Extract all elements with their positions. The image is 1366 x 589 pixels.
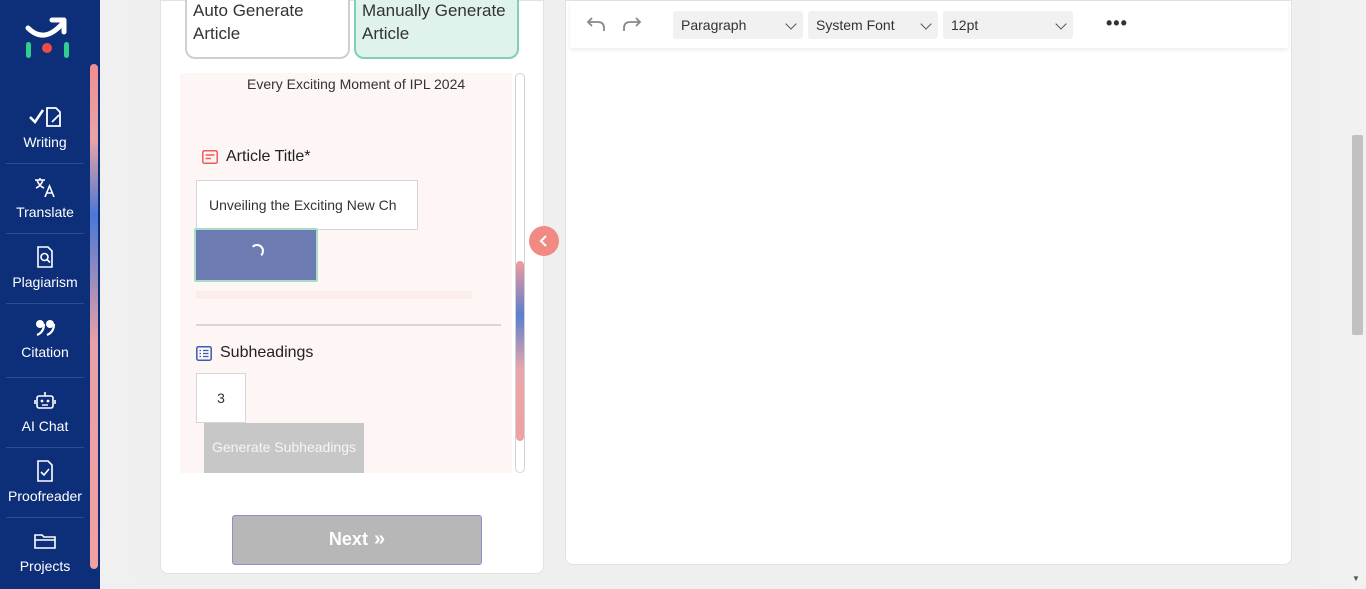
sidebar-item-writing[interactable]: Writing (6, 94, 84, 164)
chevron-down-icon (1055, 18, 1067, 30)
sidebar-scrollbar[interactable] (90, 64, 98, 569)
collapse-panel-button[interactable] (529, 226, 559, 256)
sidebar-item-plagiarism[interactable]: Plagiarism (6, 234, 84, 304)
title-icon (202, 150, 218, 164)
robot-icon (34, 392, 56, 409)
list-icon (196, 345, 212, 361)
article-title-value: Unveiling the Exciting New Ch (209, 197, 397, 213)
article-settings-card: Auto Generate Article Manually Generate … (160, 0, 544, 574)
font-size-value: 12pt (951, 17, 979, 33)
generate-title-button[interactable] (194, 228, 318, 282)
chevron-down-icon (785, 18, 797, 30)
chevron-left-icon (539, 235, 547, 247)
sidebar-item-label: Proofreader (8, 488, 82, 504)
redo-icon[interactable] (621, 13, 643, 35)
next-button[interactable]: Next» (232, 515, 482, 565)
sidebar-item-ai-chat[interactable]: AI Chat (6, 378, 84, 448)
sidebar-item-label: AI Chat (21, 418, 69, 434)
plagiarism-search-icon (37, 246, 53, 268)
sidebar-item-label: Projects (19, 558, 71, 574)
sidebar-item-proofreader[interactable]: Proofreader (6, 448, 84, 518)
quote-icon (36, 320, 56, 337)
editor-toolbar: Paragraph System Font 12pt ••• (570, 1, 1288, 48)
font-size-select[interactable]: 12pt (943, 11, 1073, 39)
sidebar-item-label: Plagiarism (12, 274, 78, 290)
sidebar-item-projects[interactable]: Projects (6, 518, 84, 588)
subheadings-label: Subheadings (196, 344, 313, 362)
topic-text: Every Exciting Moment of IPL 2024 (247, 76, 466, 92)
scroll-down-arrow-icon[interactable]: ▼ (1352, 574, 1360, 583)
sidebar-item-label: Translate (16, 204, 74, 220)
writing-check-icon (29, 107, 61, 127)
app-logo[interactable] (22, 14, 74, 62)
sidebar-item-label: Citation (21, 344, 69, 360)
article-form: Every Exciting Moment of IPL 2024 Articl… (180, 73, 512, 473)
translate-icon (35, 178, 55, 198)
more-options-icon[interactable]: ••• (1106, 13, 1128, 34)
article-title-label: Article Title* (202, 148, 310, 166)
generate-subheadings-button[interactable]: Generate Subheadings (204, 423, 364, 473)
manual-generate-article-button[interactable]: Manually Generate Article (354, 0, 519, 59)
sidebar: Writing Translate Plagiarism Citation AI… (0, 0, 100, 589)
text-editor[interactable]: Paragraph System Font 12pt ••• (565, 0, 1292, 565)
document-check-icon (37, 460, 53, 482)
subheadings-label-text: Subheadings (220, 344, 314, 361)
block-format-select[interactable]: Paragraph (673, 11, 803, 39)
article-title-label-text: Article Title* (226, 148, 311, 165)
undo-icon[interactable] (585, 13, 607, 35)
subheadings-count-input[interactable]: 3 (196, 373, 246, 423)
page-scrollbar-thumb[interactable] (1352, 135, 1363, 335)
block-format-value: Paragraph (681, 17, 747, 33)
sidebar-item-citation[interactable]: Citation (6, 304, 84, 378)
font-family-select[interactable]: System Font (808, 11, 938, 39)
sidebar-item-translate[interactable]: Translate (6, 164, 84, 234)
font-family-value: System Font (816, 17, 895, 33)
sidebar-item-label: Writing (23, 134, 67, 150)
folder-icon (34, 534, 56, 549)
auto-generate-article-button[interactable]: Auto Generate Article (185, 0, 350, 59)
section-divider (196, 324, 501, 326)
chevron-down-icon (920, 18, 932, 30)
faded-placeholder (196, 291, 472, 299)
next-button-label: Next (328, 529, 368, 549)
form-scrollbar-thumb[interactable] (516, 261, 524, 441)
article-title-input[interactable]: Unveiling the Exciting New Ch (196, 180, 418, 230)
loading-spinner-icon (250, 244, 264, 258)
double-chevron-right-icon: » (373, 528, 386, 550)
